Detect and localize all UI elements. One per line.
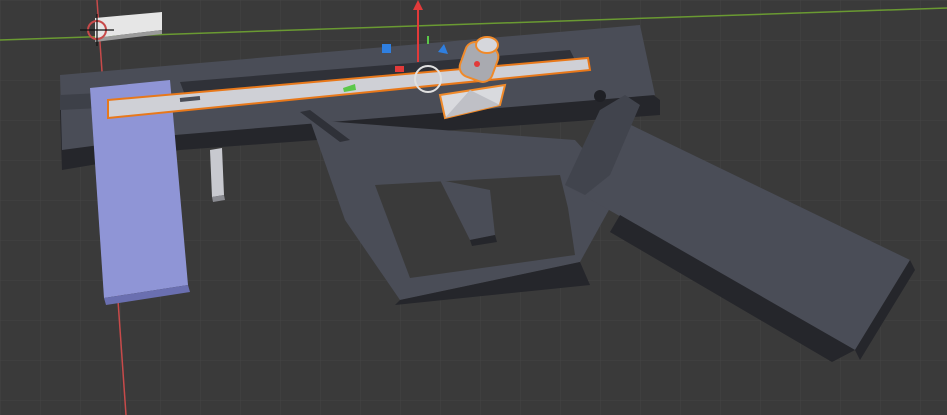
3d-viewport[interactable]: [0, 0, 947, 415]
gizmo-x-handle[interactable]: [382, 44, 391, 53]
gizmo-plane-handle[interactable]: [395, 66, 404, 72]
viewport-scene[interactable]: [0, 0, 947, 415]
